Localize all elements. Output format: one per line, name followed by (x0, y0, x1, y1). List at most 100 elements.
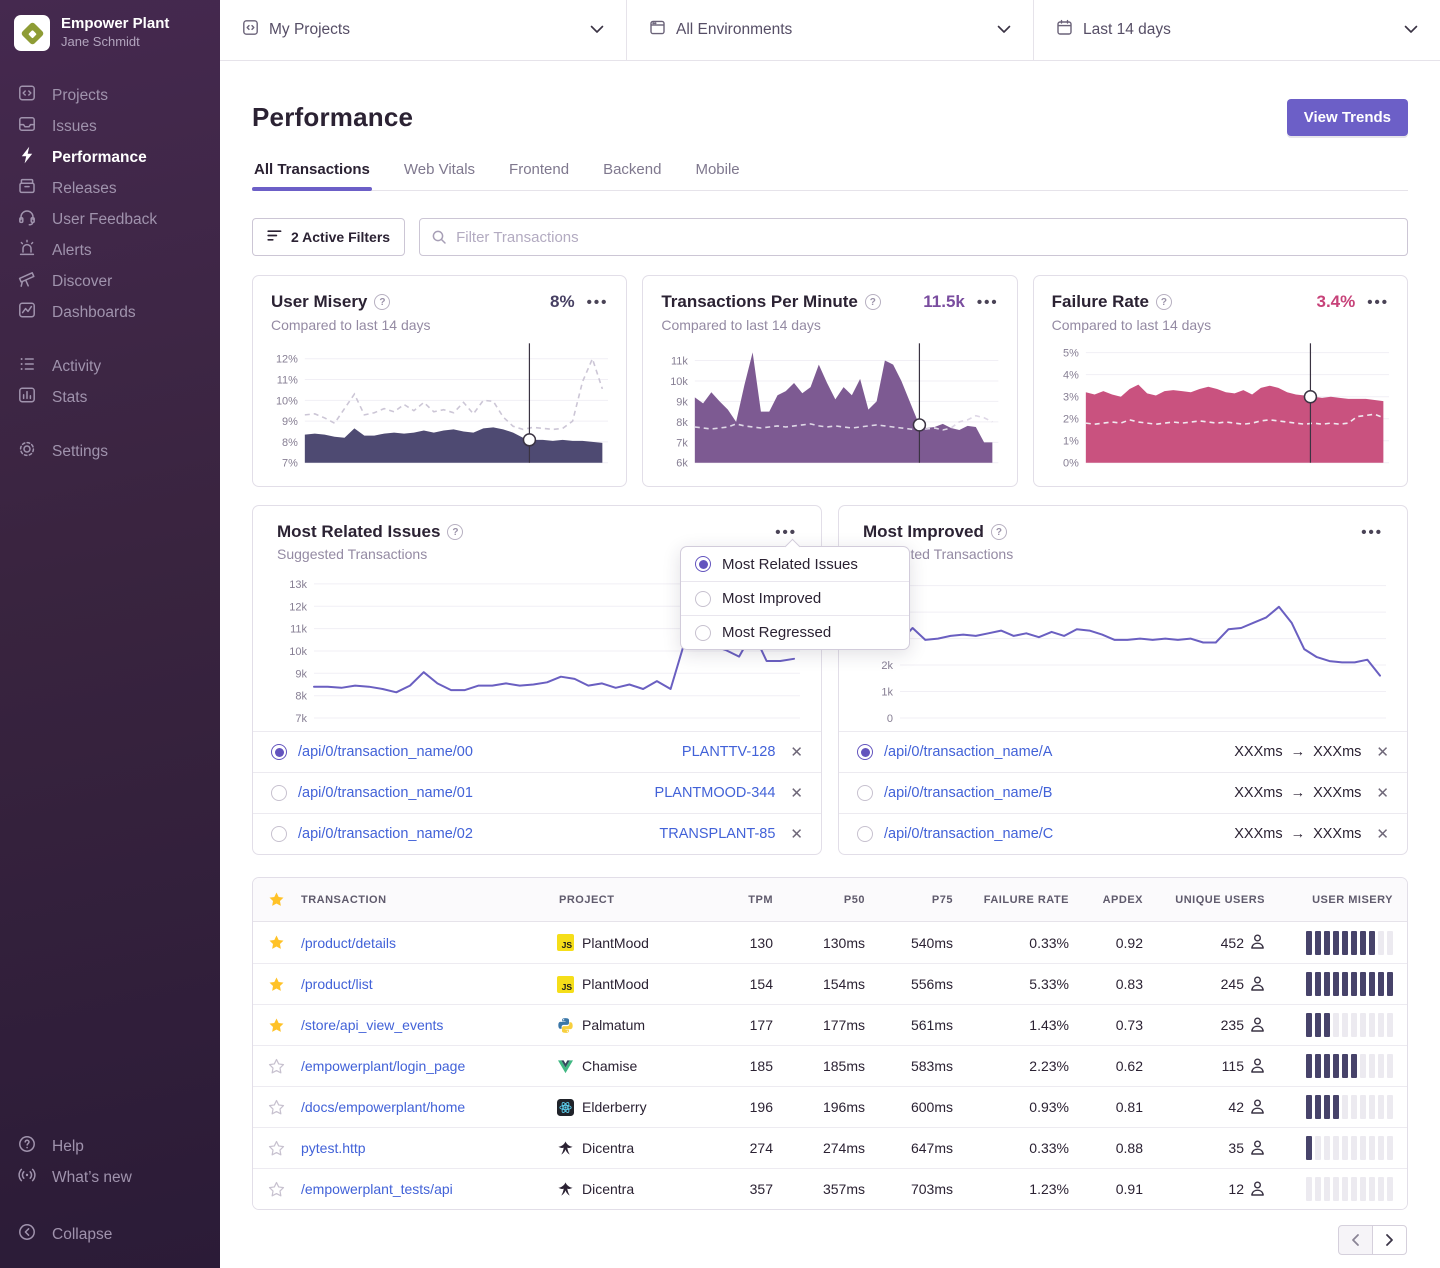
transaction-link[interactable]: /api/0/transaction_name/01 (298, 785, 644, 801)
svg-text:0%: 0% (1063, 458, 1079, 470)
star-outline-icon[interactable] (253, 1140, 299, 1157)
transaction-link[interactable]: /api/0/transaction_name/02 (298, 826, 648, 842)
svg-text:4%: 4% (1063, 370, 1079, 382)
transactions-per-minute-chart: 11k10k9k8k7k6k (661, 341, 998, 471)
ellipsis-menu-button[interactable]: ••• (1361, 525, 1383, 540)
sidebar-item-user-feedback[interactable]: User Feedback (0, 204, 220, 235)
sidebar-item-what-s-new[interactable]: What’s new (0, 1162, 220, 1193)
menu-item-most-regressed[interactable]: Most Regressed (681, 615, 909, 649)
sidebar-item-activity[interactable]: Activity (0, 351, 220, 382)
projects-icon (17, 83, 37, 108)
tab-web-vitals[interactable]: Web Vitals (402, 161, 477, 190)
close-icon[interactable]: ✕ (1376, 743, 1389, 761)
sidebar-item-projects[interactable]: Projects (0, 80, 220, 111)
filter-icon (267, 229, 282, 245)
sidebar-item-performance[interactable]: Performance (0, 142, 220, 173)
menu-item-most-related-issues[interactable]: Most Related Issues (681, 547, 909, 581)
transaction-link[interactable]: /docs/empowerplant/home (301, 1099, 465, 1115)
date-range-dropdown[interactable]: Last 14 days (1033, 0, 1440, 60)
failure-rate-cell: 2.23% (967, 1058, 1083, 1074)
column-header-transaction: TRANSACTION (299, 894, 557, 906)
help-icon[interactable]: ? (374, 294, 390, 310)
radio-button[interactable] (857, 826, 873, 842)
org-switcher[interactable]: Empower Plant Jane Schmidt (0, 0, 220, 57)
close-icon[interactable]: ✕ (790, 743, 803, 761)
issue-link[interactable]: PLANTMOOD-344 (655, 785, 776, 801)
sidebar-item-settings[interactable]: Settings (0, 436, 220, 467)
sidebar-item-collapse[interactable]: Collapse (0, 1219, 220, 1250)
view-trends-button[interactable]: View Trends (1287, 99, 1408, 136)
project-cell: JSPlantMood (557, 934, 723, 951)
radio-button[interactable] (857, 785, 873, 801)
radio-button[interactable] (271, 826, 287, 842)
help-icon[interactable]: ? (991, 524, 1007, 540)
close-icon[interactable]: ✕ (790, 784, 803, 802)
javascript-platform-icon: JS (557, 976, 574, 993)
ellipsis-menu-button[interactable]: ••• (977, 295, 999, 310)
sidebar-item-issues[interactable]: Issues (0, 111, 220, 142)
bird-platform-icon (557, 1181, 574, 1198)
tab-backend[interactable]: Backend (601, 161, 663, 190)
transaction-link[interactable]: /store/api_view_events (301, 1017, 443, 1033)
tab-mobile[interactable]: Mobile (693, 161, 741, 190)
list-item: /api/0/transaction_name/01 PLANTMOOD-344… (253, 772, 821, 813)
sidebar-item-alerts[interactable]: Alerts (0, 235, 220, 266)
svg-text:11%: 11% (277, 375, 298, 387)
transaction-link[interactable]: /api/0/transaction_name/B (884, 785, 1223, 801)
previous-page-button[interactable] (1338, 1225, 1373, 1255)
help-icon[interactable]: ? (1156, 294, 1172, 310)
person-icon (1250, 933, 1265, 952)
table-row: /product/list JSPlantMood 154 154ms 556m… (253, 963, 1407, 1004)
transaction-link[interactable]: /empowerplant_tests/api (301, 1181, 453, 1197)
menu-item-most-improved[interactable]: Most Improved (681, 581, 909, 615)
ellipsis-menu-button[interactable]: ••• (775, 525, 797, 540)
close-icon[interactable]: ✕ (1376, 784, 1389, 802)
issue-link[interactable]: PLANTTV-128 (682, 744, 776, 760)
sidebar-item-stats[interactable]: Stats (0, 382, 220, 413)
radio-button[interactable] (271, 744, 287, 760)
sidebar-item-releases[interactable]: Releases (0, 173, 220, 204)
p50-cell: 154ms (787, 976, 879, 992)
ellipsis-menu-button[interactable]: ••• (1367, 295, 1389, 310)
list-item: /api/0/transaction_name/00 PLANTTV-128 ✕ (253, 731, 821, 772)
star-outline-icon[interactable] (253, 1058, 299, 1075)
sidebar-item-label: Dashboards (52, 304, 136, 322)
transaction-link[interactable]: pytest.http (301, 1140, 366, 1156)
environment-filter-dropdown[interactable]: All Environments (626, 0, 1033, 60)
close-icon[interactable]: ✕ (1376, 825, 1389, 843)
active-filters-button[interactable]: 2 Active Filters (252, 218, 405, 256)
column-header-project: PROJECT (557, 894, 723, 906)
radio-button[interactable] (271, 785, 287, 801)
svg-text:10%: 10% (276, 395, 298, 407)
star-outline-icon[interactable] (253, 1181, 299, 1198)
next-page-button[interactable] (1372, 1225, 1407, 1255)
help-icon[interactable]: ? (865, 294, 881, 310)
close-icon[interactable]: ✕ (790, 825, 803, 843)
table-row: /product/details JSPlantMood 130 130ms 5… (253, 922, 1407, 963)
sidebar-item-help[interactable]: Help (0, 1131, 220, 1162)
p75-cell: 703ms (879, 1181, 967, 1197)
transaction-link[interactable]: /api/0/transaction_name/C (884, 826, 1223, 842)
star-outline-icon[interactable] (253, 1099, 299, 1116)
radio-button[interactable] (857, 744, 873, 760)
sidebar-item-discover[interactable]: Discover (0, 266, 220, 297)
star-filled-icon[interactable] (253, 976, 299, 993)
transaction-link[interactable]: /api/0/transaction_name/A (884, 744, 1223, 760)
transaction-link[interactable]: /api/0/transaction_name/00 (298, 744, 671, 760)
help-icon[interactable]: ? (447, 524, 463, 540)
star-filled-icon[interactable] (253, 1017, 299, 1034)
tab-all-transactions[interactable]: All Transactions (252, 161, 372, 190)
transaction-link[interactable]: /product/details (301, 935, 396, 951)
transaction-link[interactable]: /product/list (301, 976, 373, 992)
ellipsis-menu-button[interactable]: ••• (587, 295, 609, 310)
transactions-table: TRANSACTIONPROJECTTPMP50P75FAILURE RATEA… (252, 877, 1408, 1210)
p75-cell: 556ms (879, 976, 967, 992)
star-filled-icon[interactable] (253, 934, 299, 951)
issue-link[interactable]: TRANSPLANT-85 (659, 826, 775, 842)
unique-users-cell: 35 (1157, 1139, 1279, 1158)
project-filter-dropdown[interactable]: My Projects (220, 0, 626, 60)
tab-frontend[interactable]: Frontend (507, 161, 571, 190)
transaction-link[interactable]: /empowerplant/login_page (301, 1058, 465, 1074)
search-input[interactable] (419, 218, 1408, 256)
sidebar-item-dashboards[interactable]: Dashboards (0, 297, 220, 328)
